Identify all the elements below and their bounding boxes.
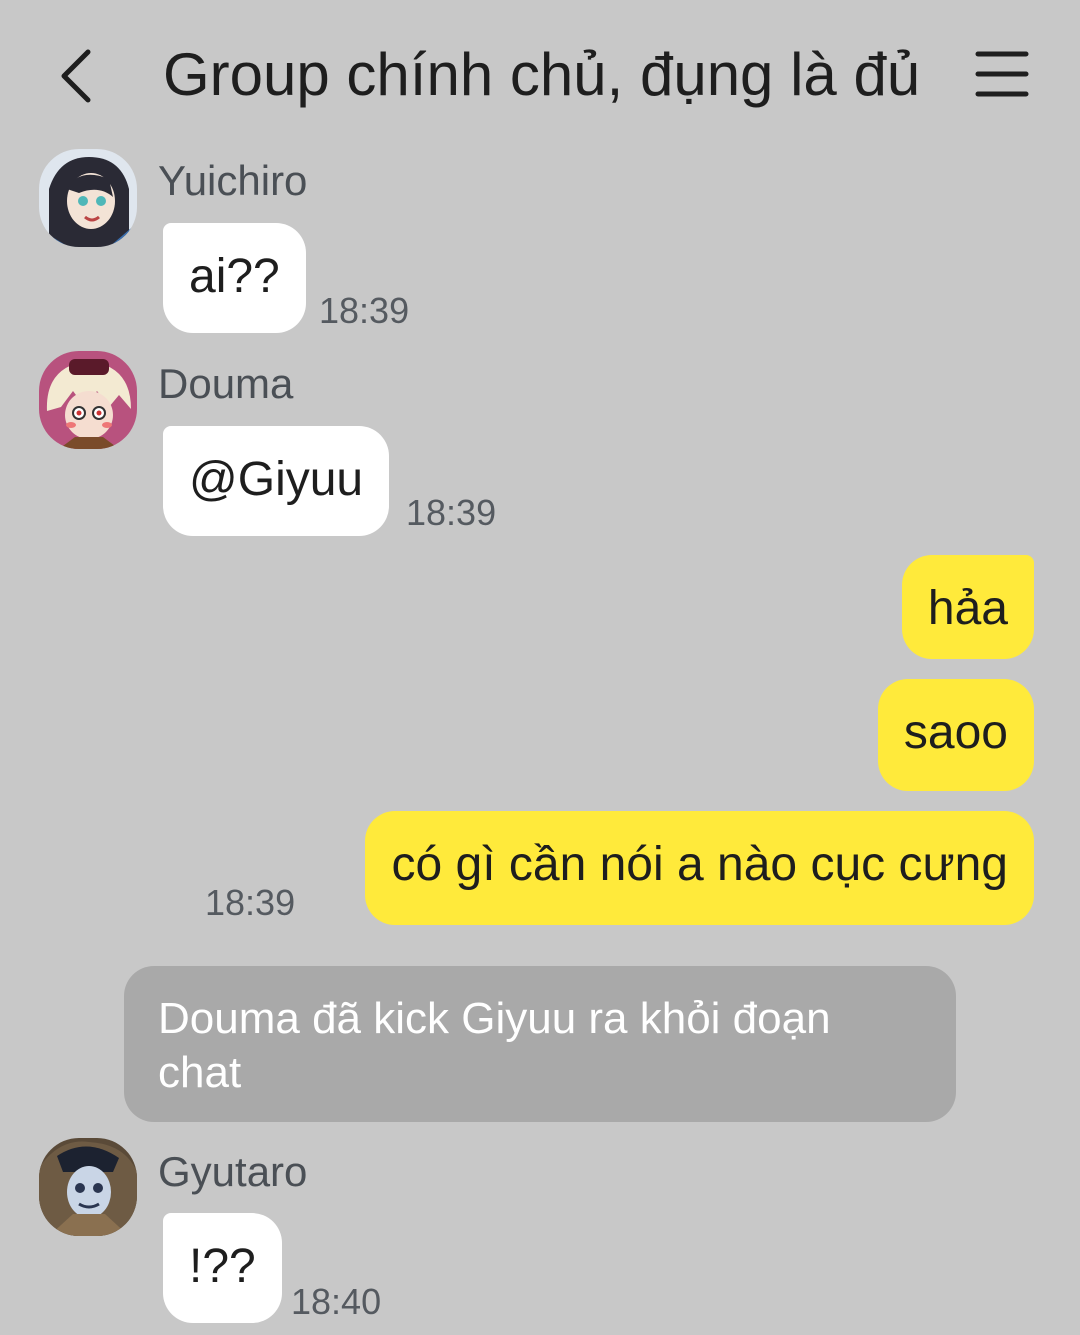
system-notice: Douma đã kick Giyuu ra khỏi đoạn chat <box>124 966 956 1122</box>
menu-button[interactable] <box>960 40 1040 110</box>
avatar-gyutaro[interactable] <box>39 1138 137 1236</box>
message-timestamp: 18:39 <box>406 492 497 533</box>
back-button[interactable] <box>40 30 120 120</box>
incoming-message-bubble[interactable]: !?? <box>163 1213 282 1323</box>
sender-name: Yuichiro <box>158 157 308 204</box>
chevron-left-icon <box>61 49 91 103</box>
outgoing-message-bubble[interactable]: có gì cần nói a nào cục cưng <box>365 811 1034 925</box>
incoming-message-bubble[interactable]: @Giyuu <box>163 426 390 536</box>
message-timestamp: 18:40 <box>291 1281 382 1322</box>
message-timestamp: 18:39 <box>205 882 296 923</box>
avatar-douma[interactable] <box>39 351 137 449</box>
avatar-yuichiro[interactable] <box>39 149 137 247</box>
chat-header: Group chính chủ, đụng là đủ <box>0 0 1080 150</box>
sender-name: Douma <box>158 360 294 407</box>
incoming-message-bubble[interactable]: ai?? <box>163 223 306 333</box>
message-timestamp: 18:39 <box>319 290 410 331</box>
chat-title: Group chính chủ, đụng là đủ <box>163 41 921 108</box>
hamburger-menu-icon <box>975 51 1029 97</box>
outgoing-message-bubble[interactable]: saoo <box>877 679 1034 791</box>
outgoing-message-bubble[interactable]: hảa <box>901 555 1034 659</box>
sender-name: Gyutaro <box>158 1148 308 1195</box>
